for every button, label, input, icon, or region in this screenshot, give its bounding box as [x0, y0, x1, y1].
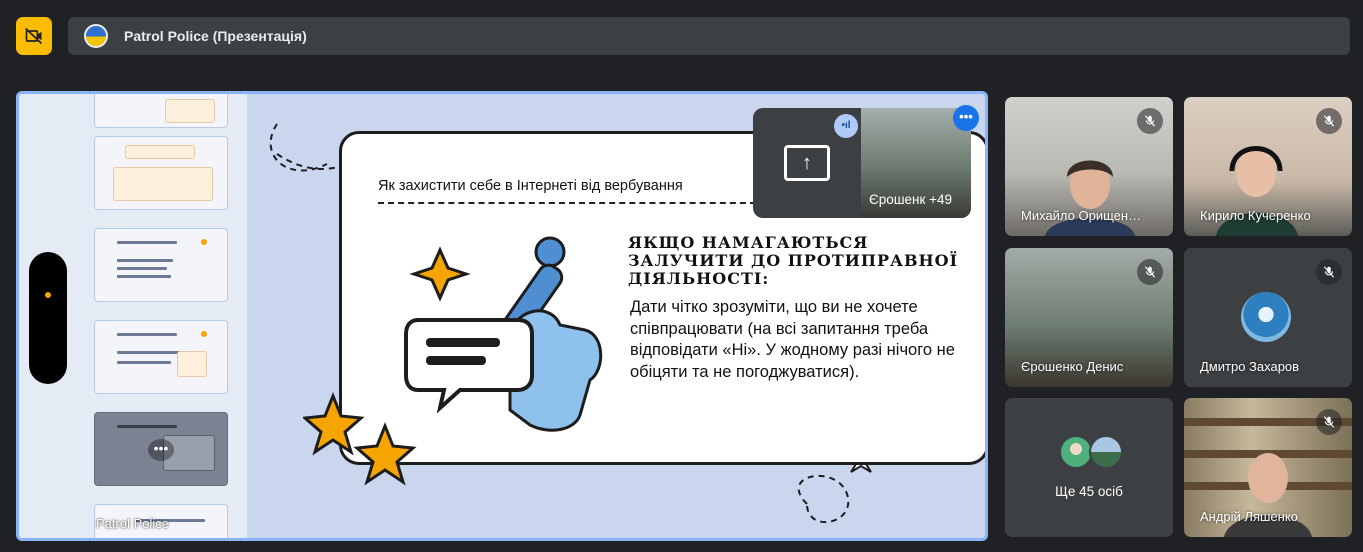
meeting-avatar — [84, 24, 108, 48]
slide-divider — [378, 202, 766, 204]
picture-in-picture-icon[interactable]: ⧉ — [59, 514, 70, 532]
meeting-title-bar[interactable]: Patrol Police (Презентація) — [68, 17, 1350, 55]
slide-thumbnail[interactable] — [94, 228, 228, 302]
mic-off-icon — [1316, 259, 1342, 285]
participant-name: Андрій Ляшенко — [1200, 509, 1298, 524]
mic-off-icon — [1316, 108, 1342, 134]
participant-tile[interactable]: Дмитро Захаров — [1184, 248, 1352, 387]
decorative-stars — [303, 391, 417, 486]
meeting-title: Patrol Police (Презентація) — [124, 28, 307, 44]
participant-tile[interactable]: Кирило Кучеренко — [1184, 97, 1352, 236]
thumbnail-more-icon[interactable]: ••• — [148, 439, 174, 461]
indicator-dot — [45, 292, 51, 298]
avatar — [1241, 292, 1291, 342]
slide-thumbnail-hovered[interactable]: ••• — [94, 412, 228, 486]
slide-heading: ЯКЩО НАМАГАЮТЬСЯ ЗАЛУЧИТИ ДО ПРОТИПРАВНО… — [628, 233, 959, 288]
slide-body: Дати чітко зрозуміти, що ви не хочете сп… — [630, 298, 955, 381]
camera-off-icon — [25, 27, 43, 45]
more-participants-avatars — [1059, 435, 1123, 469]
presentation-stage[interactable]: ••• Як захистити себе в Інтернеті від ве… — [16, 91, 988, 541]
participant-name: Дмитро Захаров — [1200, 359, 1300, 374]
slide-thumbnail[interactable] — [94, 320, 228, 394]
present-screen-icon: ↑ — [784, 145, 830, 181]
camera-off-button[interactable] — [16, 17, 52, 55]
mic-off-icon — [1137, 259, 1163, 285]
mic-off-icon — [1137, 108, 1163, 134]
participant-tile[interactable]: Єрошенко Денис — [1005, 248, 1173, 387]
participant-name: Кирило Кучеренко — [1200, 208, 1311, 223]
participant-tile[interactable]: Андрій Ляшенко — [1184, 398, 1352, 537]
participant-name: Єрошенко Денис — [1021, 359, 1124, 374]
more-participants-tile[interactable]: Ще 45 осіб — [1005, 398, 1173, 537]
thumbs-up-chat-illustration — [404, 236, 603, 432]
more-participants-label: Ще 45 осіб — [1055, 484, 1123, 499]
slide-subtitle: Як захистити себе в Інтернеті від вербув… — [378, 178, 683, 194]
self-preview-panel[interactable]: ↑ •ıl Єрошенк +49 — [753, 108, 971, 218]
participant-name: Михайло Орищен… — [1021, 208, 1142, 223]
slide-thumbnail[interactable] — [94, 94, 228, 128]
pin-icon[interactable]: ⚲ — [29, 514, 41, 534]
mic-off-icon — [1316, 409, 1342, 435]
side-indicator-pill — [29, 252, 67, 384]
speaking-indicator-icon: •ıl — [834, 114, 858, 138]
participant-tile[interactable]: Михайло Орищен… — [1005, 97, 1173, 236]
self-view-name: Єрошенк +49 — [869, 192, 953, 207]
more-options-button[interactable]: ••• — [953, 105, 979, 131]
slide-thumbnail[interactable] — [94, 136, 228, 210]
presenter-name: Patrol Police — [96, 516, 169, 531]
